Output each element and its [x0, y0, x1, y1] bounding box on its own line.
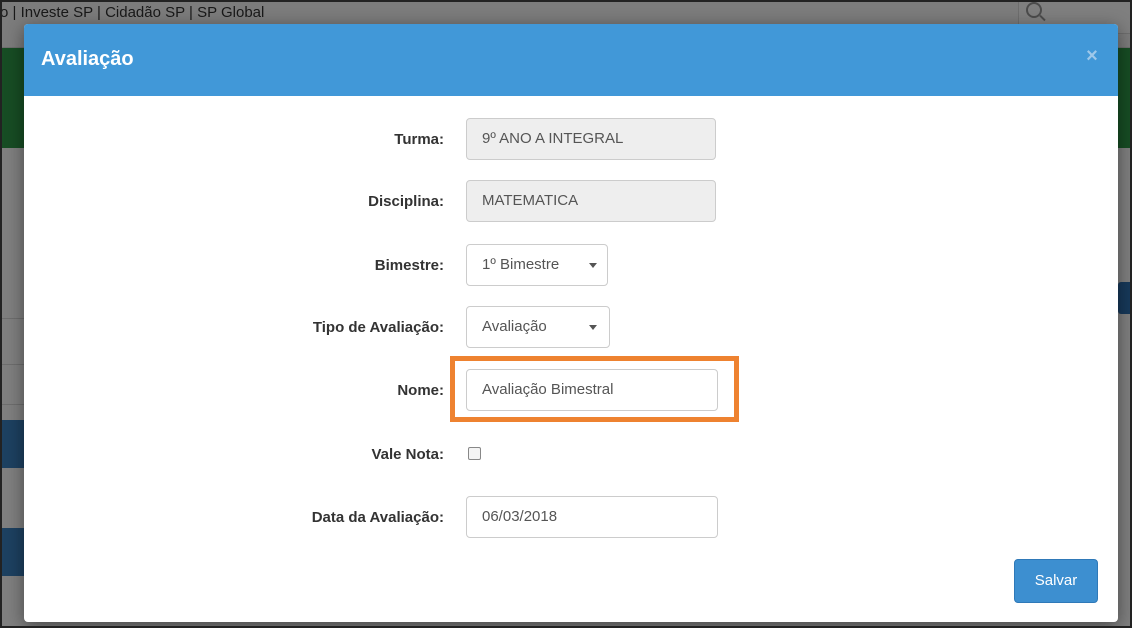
chevron-down-icon [589, 325, 597, 330]
nome-label: Nome: [397, 382, 444, 399]
vale-nota-label: Vale Nota: [371, 446, 444, 463]
tipo-avaliacao-label: Tipo de Avaliação: [312, 319, 444, 336]
bimestre-selected-value: 1º Bimestre [482, 256, 560, 273]
save-button[interactable]: Salvar [1014, 559, 1098, 603]
vale-nota-checkbox[interactable] [468, 447, 481, 460]
disciplina-label: Disciplina: [368, 193, 444, 210]
modal-header: Avaliação × [24, 24, 1118, 96]
data-avaliacao-input[interactable]: 06/03/2018 [466, 496, 718, 538]
tipo-avaliacao-select[interactable]: Avaliação [466, 306, 610, 348]
turma-field[interactable]: 9º ANO A INTEGRAL [466, 118, 716, 160]
modal-title: Avaliação [41, 48, 134, 70]
data-avaliacao-label: Data da Avaliação: [311, 509, 444, 526]
bimestre-select[interactable]: 1º Bimestre [466, 244, 608, 286]
close-icon[interactable]: × [1082, 44, 1102, 68]
bimestre-label: Bimestre: [374, 257, 444, 274]
avaliacao-modal: Avaliação × Turma: 9º ANO A INTEGRAL Dis… [24, 24, 1118, 622]
tipo-avaliacao-selected-value: Avaliação [482, 318, 547, 335]
chevron-down-icon [589, 263, 597, 268]
nome-highlight-box [450, 356, 739, 422]
disciplina-field[interactable]: MATEMATICA [466, 180, 716, 222]
turma-label: Turma: [394, 131, 444, 148]
